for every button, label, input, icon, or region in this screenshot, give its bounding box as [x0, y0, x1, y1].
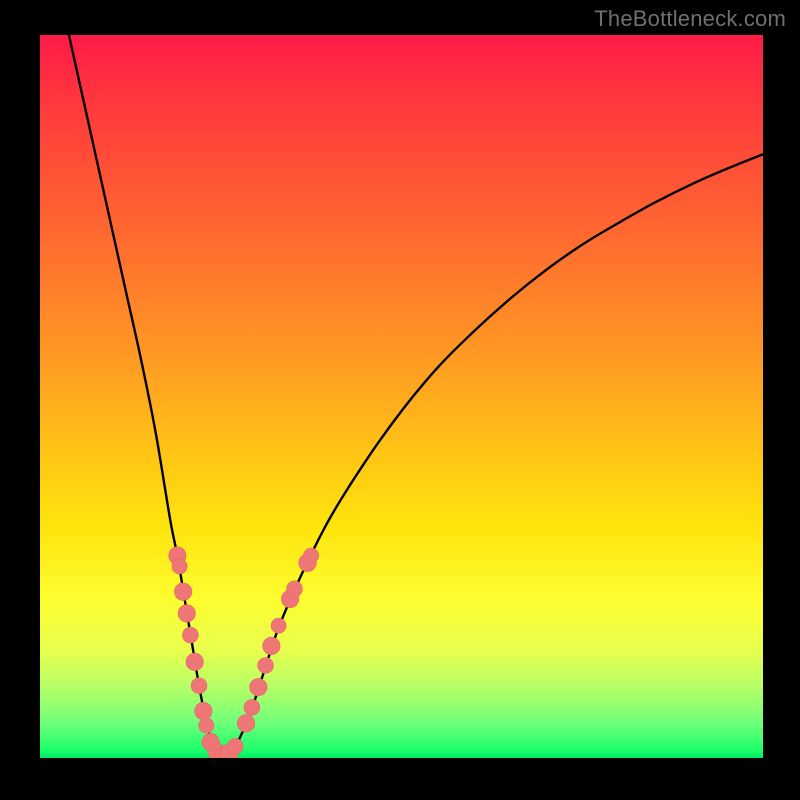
marker-dot: [250, 678, 268, 696]
marker-dot: [263, 637, 281, 655]
marker-dot: [199, 718, 214, 733]
highlight-markers: [169, 547, 319, 758]
marker-dot: [172, 559, 187, 574]
marker-dot: [304, 548, 319, 563]
marker-dot: [191, 678, 207, 694]
marker-dot: [287, 581, 303, 597]
marker-dot: [244, 699, 260, 715]
chart-svg: [40, 35, 763, 758]
marker-dot: [186, 653, 204, 671]
marker-dot: [174, 583, 192, 601]
watermark-text: TheBottleneck.com: [594, 6, 786, 32]
marker-dot: [271, 618, 286, 633]
marker-dot: [178, 605, 196, 623]
marker-dot: [195, 702, 213, 720]
chart-frame: TheBottleneck.com: [0, 0, 800, 800]
marker-dot: [237, 715, 255, 733]
marker-dot: [182, 627, 198, 643]
bottleneck-curve: [69, 35, 763, 757]
chart-plot-area: [40, 35, 763, 758]
marker-dot: [258, 658, 274, 674]
marker-dot: [227, 738, 243, 754]
